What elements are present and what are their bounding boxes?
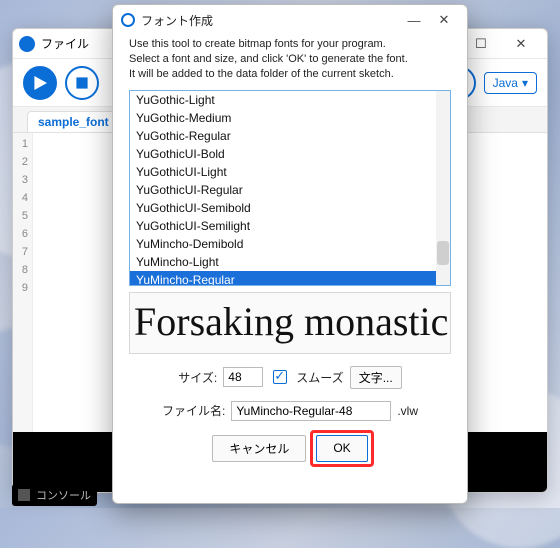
size-input[interactable] bbox=[223, 367, 263, 387]
filename-ext: .vlw bbox=[397, 404, 418, 418]
console-icon bbox=[18, 489, 30, 501]
mode-label: Java bbox=[493, 76, 518, 90]
font-list-item[interactable]: YuMincho-Regular bbox=[130, 271, 450, 286]
scrollbar-thumb[interactable] bbox=[437, 241, 449, 265]
dialog-minimize-button[interactable]: — bbox=[399, 6, 429, 34]
dialog-app-icon bbox=[121, 13, 135, 27]
smooth-label: スムーズ bbox=[296, 369, 343, 386]
font-list-item[interactable]: YuGothicUI-Semibold bbox=[130, 199, 450, 217]
line-gutter: 123456789 bbox=[13, 133, 33, 432]
stop-icon bbox=[75, 76, 89, 90]
dialog-close-button[interactable]: ✕ bbox=[429, 6, 459, 34]
instruction-line: Use this tool to create bitmap fonts for… bbox=[129, 37, 451, 52]
play-icon bbox=[33, 76, 47, 90]
line-number: 2 bbox=[13, 153, 28, 171]
filename-input[interactable] bbox=[231, 401, 391, 421]
font-list-item[interactable]: YuGothicUI-Regular bbox=[130, 181, 450, 199]
line-number: 7 bbox=[13, 243, 28, 261]
font-list-item[interactable]: YuMincho-Demibold bbox=[130, 235, 450, 253]
font-list-item[interactable]: YuMincho-Light bbox=[130, 253, 450, 271]
dialog-title: フォント作成 bbox=[141, 12, 213, 29]
line-number: 5 bbox=[13, 207, 28, 225]
font-list-item[interactable]: YuGothic-Regular bbox=[130, 127, 450, 145]
mode-selector[interactable]: Java ▾ bbox=[484, 72, 537, 94]
console-tab[interactable]: コンソール bbox=[12, 484, 97, 506]
console-label: コンソール bbox=[36, 487, 91, 503]
line-number: 3 bbox=[13, 171, 28, 189]
chevron-down-icon: ▾ bbox=[522, 76, 528, 90]
instruction-line: It will be added to the data folder of t… bbox=[129, 67, 451, 82]
font-list-item[interactable]: YuGothicUI-Semilight bbox=[130, 217, 450, 235]
run-button[interactable] bbox=[23, 66, 57, 100]
filename-label: ファイル名: bbox=[162, 402, 225, 419]
smooth-checkbox[interactable] bbox=[273, 370, 287, 384]
font-list[interactable]: YuGothic-LightYuGothic-MediumYuGothic-Re… bbox=[129, 90, 451, 286]
font-preview: Forsaking monastic bbox=[129, 292, 451, 354]
instruction-line: Select a font and size, and click 'OK' t… bbox=[129, 52, 451, 67]
dialog-titlebar: フォント作成 — ✕ bbox=[113, 5, 467, 35]
font-list-item[interactable]: YuGothic-Light bbox=[130, 91, 450, 109]
line-number: 4 bbox=[13, 189, 28, 207]
create-font-dialog: フォント作成 — ✕ Use this tool to create bitma… bbox=[112, 4, 468, 504]
font-list-item[interactable]: YuGothicUI-Light bbox=[130, 163, 450, 181]
line-number: 9 bbox=[13, 279, 28, 297]
line-number: 1 bbox=[13, 135, 28, 153]
menu-file[interactable]: ファイル bbox=[41, 35, 89, 52]
preview-text: Forsaking monastic bbox=[134, 299, 448, 344]
line-number: 6 bbox=[13, 225, 28, 243]
cancel-button[interactable]: キャンセル bbox=[212, 435, 306, 462]
dialog-button-row: キャンセル OK bbox=[129, 435, 451, 462]
scrollbar[interactable] bbox=[436, 91, 450, 285]
font-list-item[interactable]: YuGothic-Medium bbox=[130, 109, 450, 127]
font-list-item[interactable]: YuGothicUI-Bold bbox=[130, 145, 450, 163]
dialog-instructions: Use this tool to create bitmap fonts for… bbox=[129, 37, 451, 82]
stop-button[interactable] bbox=[65, 66, 99, 100]
tab-label: sample_font bbox=[38, 115, 109, 129]
characters-button[interactable]: 文字... bbox=[350, 366, 402, 389]
ok-button[interactable]: OK bbox=[316, 435, 367, 462]
line-number: 8 bbox=[13, 261, 28, 279]
app-icon bbox=[19, 36, 35, 52]
size-label: サイズ: bbox=[178, 369, 217, 386]
ide-close-button[interactable]: ✕ bbox=[501, 30, 541, 58]
